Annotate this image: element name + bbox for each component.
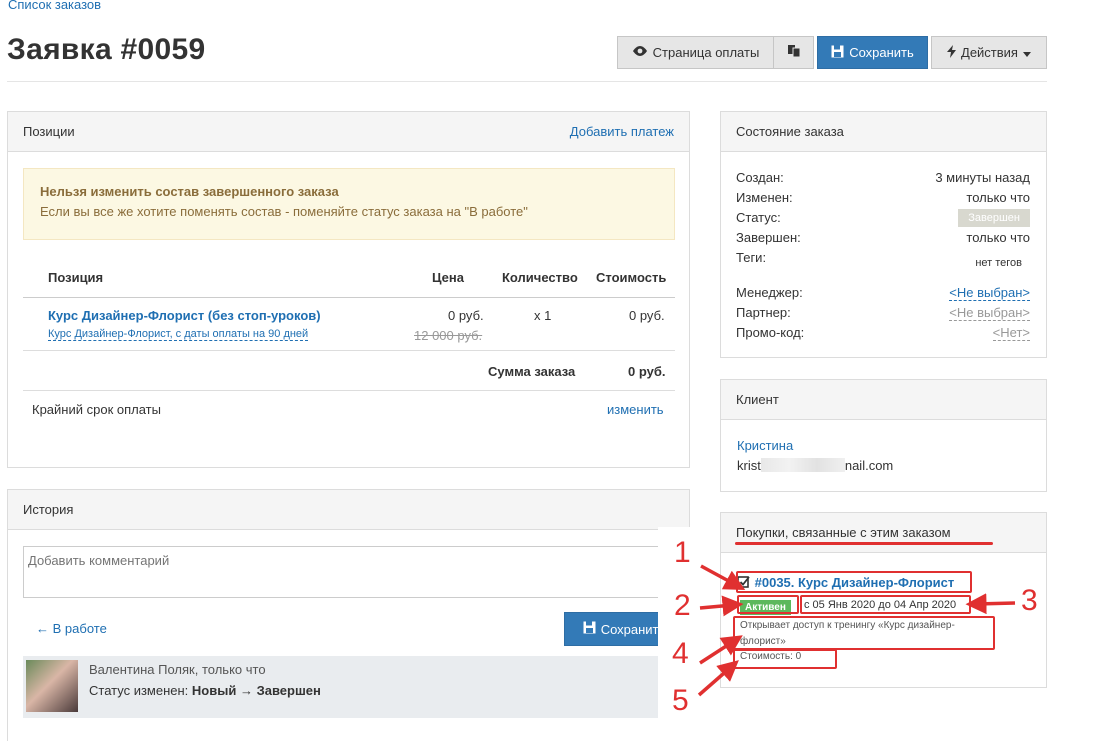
annotation-arrows [697,564,1016,697]
arrow-5 [697,660,739,697]
arrow-2 [699,595,744,617]
arrow-4 [699,635,743,665]
arrow-3 [965,593,1016,615]
arrow-1 [700,564,746,591]
